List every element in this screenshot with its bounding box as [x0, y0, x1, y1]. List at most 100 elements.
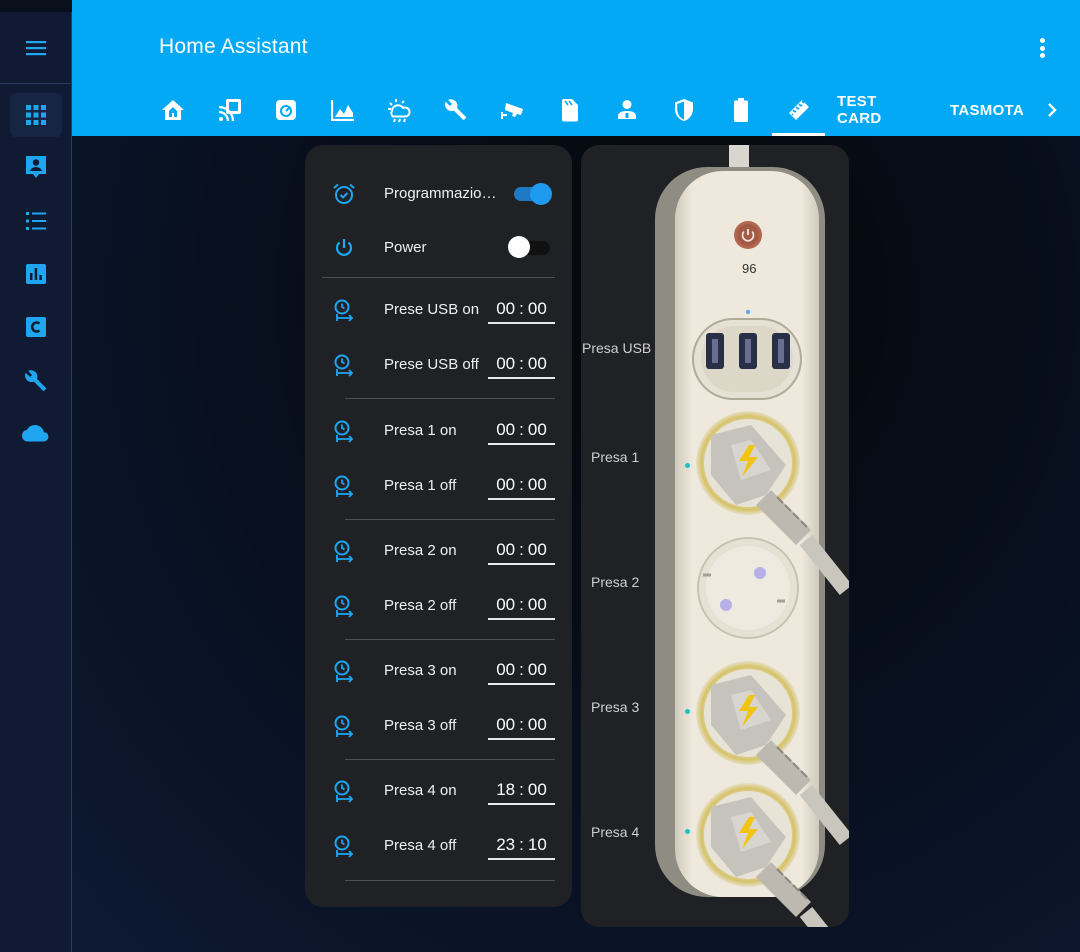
- timer-row: Presa 3 off 00:00: [305, 706, 572, 746]
- timer-row: Presa 3 on 00:00: [305, 651, 572, 691]
- time-input[interactable]: 00:00: [488, 710, 555, 740]
- time-separator: :: [519, 420, 524, 439]
- timer-icon: [334, 540, 354, 563]
- timer-label: Presa 2 off: [384, 597, 457, 614]
- tab-label: TEST CARD: [837, 93, 882, 127]
- timer-label: Presa 3 off: [384, 717, 457, 734]
- time-minutes[interactable]: 00: [528, 595, 547, 614]
- timer-row: Presa 1 on 00:00: [305, 411, 572, 451]
- programmazione-toggle[interactable]: [514, 183, 552, 205]
- sidebar-item-c[interactable]: [10, 305, 62, 349]
- time-separator: :: [519, 835, 524, 854]
- tabs-scroll-right-button[interactable]: [1038, 88, 1066, 132]
- alarm-check-icon: [333, 183, 355, 204]
- sidebar-item-history[interactable]: [10, 252, 62, 296]
- tab-ruler[interactable]: [772, 88, 825, 136]
- time-input[interactable]: 00:00: [488, 294, 555, 324]
- tab-sim[interactable]: [555, 88, 585, 132]
- tab-rss[interactable]: [215, 88, 245, 132]
- tab-battery[interactable]: [726, 88, 756, 132]
- power-label: Power: [384, 239, 427, 256]
- tab-home[interactable]: [158, 88, 188, 132]
- tab-cctv[interactable]: [498, 88, 528, 132]
- sidebar-item-settings[interactable]: [10, 359, 62, 403]
- time-separator: :: [519, 354, 524, 373]
- tab-tools[interactable]: [441, 88, 471, 132]
- sidebar-item-account[interactable]: [10, 145, 62, 189]
- timer-label: Presa 1 on: [384, 422, 457, 439]
- time-input[interactable]: 18:00: [488, 775, 555, 805]
- time-minutes[interactable]: 00: [528, 540, 547, 559]
- timer-label: Presa 3 on: [384, 662, 457, 679]
- tab-chart[interactable]: [328, 88, 358, 132]
- timer-row: Presa 4 off 23:10: [305, 826, 572, 866]
- format-list-icon: [26, 212, 46, 230]
- time-input[interactable]: 23:10: [488, 830, 555, 860]
- time-minutes[interactable]: 00: [528, 660, 547, 679]
- timer-icon: [334, 354, 354, 377]
- time-separator: :: [519, 540, 524, 559]
- menu-button[interactable]: [0, 12, 71, 84]
- time-minutes[interactable]: 00: [528, 299, 547, 318]
- dot: [1039, 38, 1045, 43]
- time-minutes[interactable]: 00: [528, 715, 547, 734]
- power-toggle[interactable]: [508, 236, 552, 258]
- time-input[interactable]: 00:00: [488, 349, 555, 379]
- letter-c-icon: [26, 317, 46, 337]
- chart-box-icon: [26, 264, 46, 284]
- wrench-icon: [445, 99, 467, 120]
- strip-label-usb: Presa USB: [582, 340, 652, 356]
- sidebar-item-logbook[interactable]: [10, 199, 62, 243]
- toggle-knob: [530, 183, 552, 205]
- sidebar-item-overview[interactable]: [10, 93, 62, 137]
- grid-icon: [26, 105, 46, 125]
- time-hours[interactable]: 00: [496, 420, 515, 439]
- time-hours[interactable]: 00: [496, 660, 515, 679]
- time-minutes[interactable]: 00: [528, 475, 547, 494]
- home-icon: [162, 100, 184, 120]
- tab-label: TASMOTA: [949, 101, 1025, 119]
- time-hours[interactable]: 00: [496, 299, 515, 318]
- tab-gauge[interactable]: [271, 88, 301, 132]
- shield-icon: [675, 99, 693, 121]
- tab-weather[interactable]: [384, 88, 414, 132]
- time-hours[interactable]: 23: [496, 835, 515, 854]
- app-title: Home Assistant: [159, 35, 308, 58]
- tab-test-card[interactable]: TEST CARD: [837, 88, 925, 132]
- time-hours[interactable]: 00: [496, 715, 515, 734]
- tab-security[interactable]: [669, 88, 699, 132]
- sidebar-item-cloud[interactable]: [10, 412, 62, 456]
- time-hours[interactable]: 00: [496, 354, 515, 373]
- strip-label-presa-3: Presa 3: [591, 699, 640, 715]
- tab-person[interactable]: [612, 88, 642, 132]
- timer-row: Prese USB off 00:00: [305, 345, 572, 385]
- time-minutes[interactable]: 00: [528, 354, 547, 373]
- battery-icon: [734, 98, 748, 122]
- cctv-icon: [501, 103, 523, 119]
- time-minutes[interactable]: 00: [528, 780, 547, 799]
- time-input[interactable]: 00:00: [488, 535, 555, 565]
- time-input[interactable]: 00:00: [488, 590, 555, 620]
- dashboard-view: [72, 136, 1080, 952]
- time-minutes[interactable]: 10: [528, 835, 547, 854]
- time-separator: :: [519, 299, 524, 318]
- timer-icon: [334, 715, 354, 738]
- time-hours[interactable]: 00: [496, 595, 515, 614]
- time-separator: :: [519, 475, 524, 494]
- time-hours[interactable]: 00: [496, 540, 515, 559]
- status-led-1: [685, 463, 690, 468]
- divider: [322, 277, 555, 278]
- timer-label: Prese USB on: [384, 301, 480, 318]
- time-hours[interactable]: 18: [496, 780, 515, 799]
- wrench-icon: [25, 370, 47, 391]
- chevron-right-icon: [1048, 103, 1057, 117]
- tab-tasmota[interactable]: TASMOTA: [948, 88, 1026, 132]
- time-input[interactable]: 00:00: [488, 655, 555, 685]
- time-hours[interactable]: 00: [496, 475, 515, 494]
- time-input[interactable]: 00:00: [488, 470, 555, 500]
- time-input[interactable]: 00:00: [488, 415, 555, 445]
- time-minutes[interactable]: 00: [528, 420, 547, 439]
- divider: [345, 639, 555, 640]
- divider: [345, 759, 555, 760]
- overflow-menu-button[interactable]: [1032, 36, 1052, 60]
